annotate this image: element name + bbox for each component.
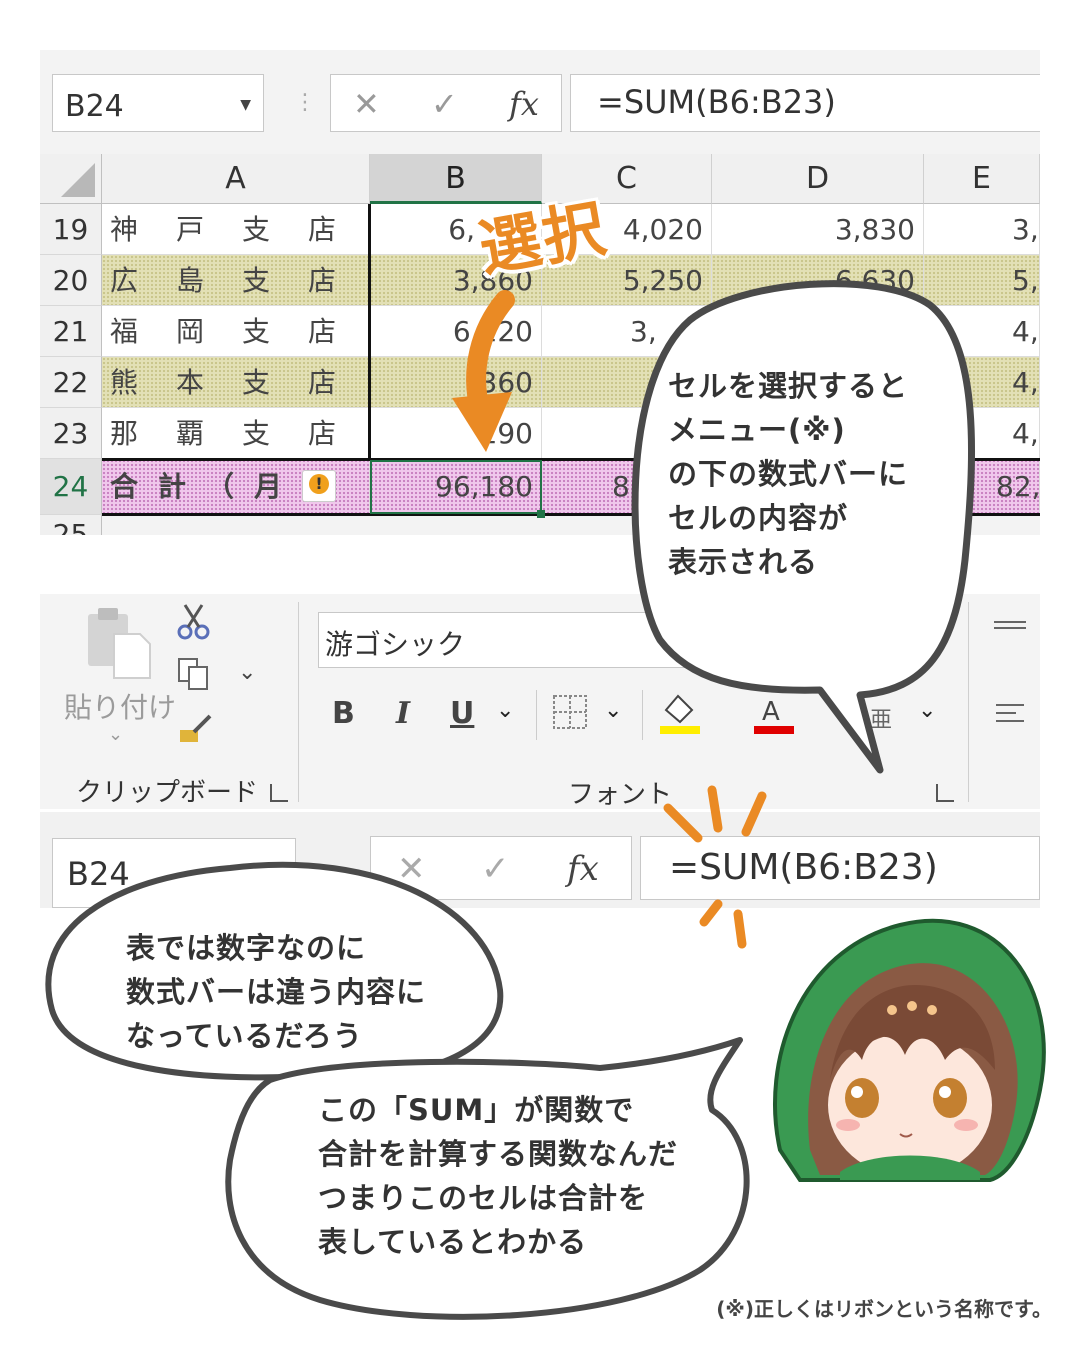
character-avatar [773,918,1046,1182]
footnote: (※)正しくはリボンという名称です。 [716,1297,1052,1321]
bubble-left-text: 表では数字なのに 数式バーは違う内容に なっているだろう [126,931,427,1053]
bubble-right-text: セルを選択すると メニュー(※) の下の数式バーに セルの内容が 表示される [668,369,909,579]
emphasis-marks [663,785,767,949]
bubble-bottom-text: この「SUM」が関数で 合計を計算する関数なんだ つまりこのセルは合計を 表して… [318,1093,679,1259]
